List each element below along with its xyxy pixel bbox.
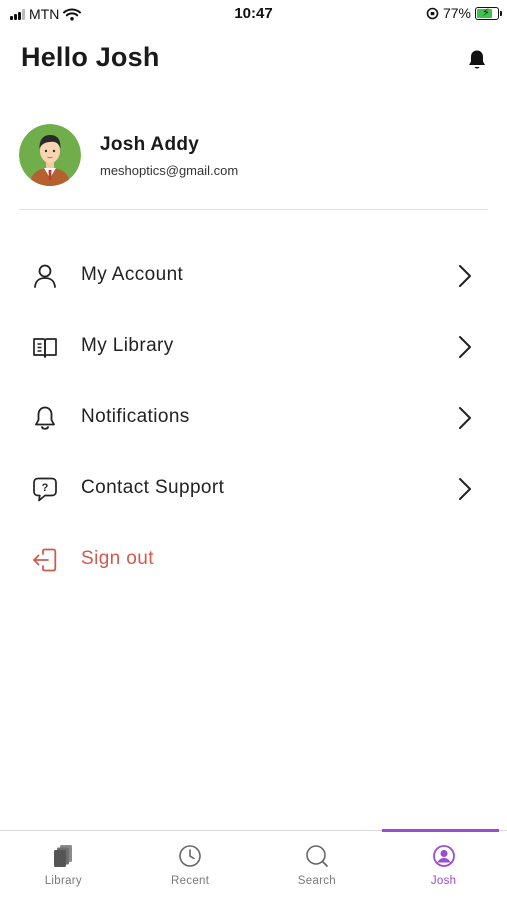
- search-icon: [306, 845, 328, 867]
- menu-item-my-account[interactable]: My Account: [0, 240, 507, 311]
- menu-item-notifications[interactable]: Notifications: [0, 382, 507, 453]
- chevron-right-icon: [459, 265, 471, 287]
- chevron-right-icon: [459, 336, 471, 358]
- menu-item-my-library[interactable]: My Library: [0, 311, 507, 382]
- tab-label: Library: [44, 875, 82, 887]
- profile-card: Josh Addy meshoptics@gmail.com: [19, 124, 488, 188]
- tab-label: Search: [297, 875, 336, 887]
- tab-recent[interactable]: Recent: [127, 831, 254, 900]
- menu-item-label: Contact Support: [81, 477, 225, 498]
- charging-bolt-icon: ⚡: [482, 6, 490, 19]
- profile-icon: [432, 845, 455, 867]
- tab-label: Josh: [430, 875, 457, 887]
- settings-menu: My Account My Library Notifications ? Co…: [0, 240, 507, 595]
- sign-out-label: Sign out: [81, 548, 154, 569]
- profile-name: Josh Addy: [100, 134, 200, 155]
- svg-text:?: ?: [42, 482, 49, 494]
- status-right: 77% ⚡: [426, 5, 502, 21]
- status-bar: MTN 10:47 77% ⚡: [0, 0, 507, 30]
- menu-item-label: Notifications: [81, 406, 190, 427]
- clock-icon: [179, 845, 201, 867]
- menu-item-label: My Library: [81, 335, 174, 356]
- bell-icon: [35, 406, 55, 430]
- menu-item-contact-support[interactable]: ? Contact Support: [0, 453, 507, 524]
- page-title: Hello Josh: [21, 42, 160, 72]
- tab-search[interactable]: Search: [254, 831, 381, 900]
- battery-icon: ⚡: [475, 6, 502, 20]
- book-icon: [33, 338, 57, 358]
- battery-percent: 77%: [442, 5, 471, 21]
- sign-out-icon: [33, 548, 57, 572]
- library-icon: [54, 845, 73, 867]
- chevron-right-icon: [459, 478, 471, 500]
- tab-library[interactable]: Library: [0, 831, 127, 900]
- menu-item-label: My Account: [81, 264, 184, 285]
- tab-label: Recent: [171, 875, 210, 887]
- sign-out-button[interactable]: Sign out: [0, 524, 507, 595]
- chevron-right-icon: [459, 407, 471, 429]
- avatar-image: [19, 124, 81, 186]
- avatar: [19, 124, 81, 186]
- divider: [19, 209, 488, 210]
- orientation-lock-icon: [426, 7, 439, 19]
- profile-email: meshoptics@gmail.com: [100, 163, 239, 178]
- help-chat-icon: ?: [33, 477, 57, 502]
- bottom-tab-bar: Library Recent Search Josh: [0, 829, 507, 900]
- user-icon: [34, 264, 56, 288]
- tab-profile[interactable]: Josh: [380, 829, 507, 900]
- notification-bell-icon[interactable]: [465, 48, 489, 72]
- header: Hello Josh: [21, 42, 489, 82]
- active-tab-indicator: [382, 829, 499, 832]
